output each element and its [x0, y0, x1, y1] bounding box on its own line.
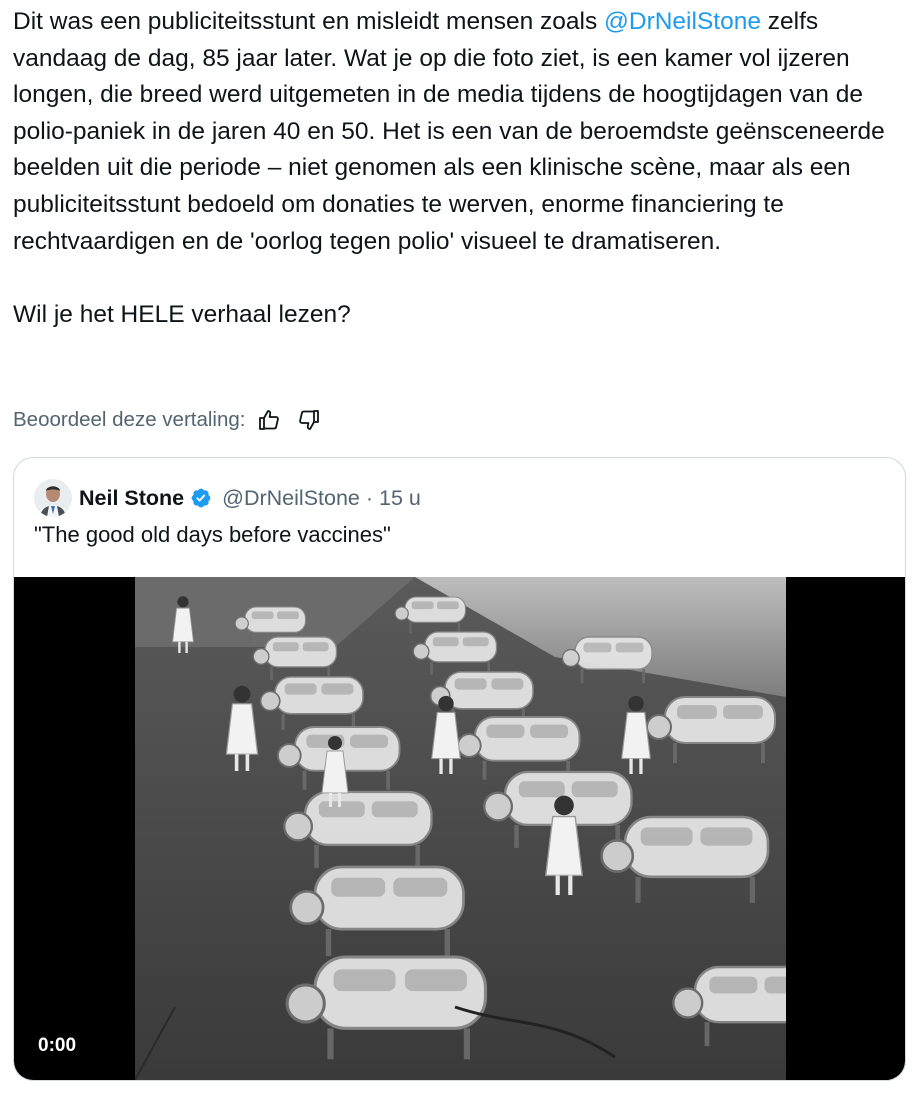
thumbs-up-icon	[258, 410, 279, 430]
avatar[interactable]	[34, 479, 72, 517]
quoted-tweet-text: "The good old days before vaccines"	[34, 522, 391, 547]
thumbs-down-button[interactable]	[294, 405, 324, 435]
author-handle-time[interactable]: @DrNeilStone · 15 u	[222, 486, 421, 511]
tweet-paragraph-2: Wil je het HELE verhaal lezen?	[13, 300, 351, 328]
verified-badge-icon	[190, 487, 212, 509]
video-thumbnail	[135, 577, 786, 1080]
video-timestamp: 0:00	[28, 1032, 87, 1060]
author-name[interactable]: Neil Stone	[79, 486, 184, 511]
quoted-tweet-header: Neil Stone @DrNeilStone · 15 u	[34, 478, 421, 518]
tweet-paragraph-1: Dit was een publiciteitsstunt en misleid…	[13, 4, 908, 260]
tweet-text-rest: zelfs vandaag de dag, 85 jaar later. Wat…	[13, 8, 885, 255]
paragraph-spacer	[13, 260, 908, 297]
tweet-text-lead: Dit was een publiciteitsstunt en misleid…	[13, 8, 605, 35]
video-player[interactable]: 0:00	[14, 577, 905, 1080]
thumbs-up-button[interactable]	[254, 405, 284, 435]
mention-link[interactable]: @DrNeilStone	[604, 8, 761, 35]
thumbs-down-icon	[298, 410, 319, 430]
quoted-tweet[interactable]: Neil Stone @DrNeilStone · 15 u "The good…	[13, 457, 906, 1081]
tweet-body: Dit was een publiciteitsstunt en misleid…	[13, 4, 908, 333]
rating-label: Beoordeel deze vertaling:	[13, 408, 246, 431]
translation-rating: Beoordeel deze vertaling:	[13, 404, 324, 436]
